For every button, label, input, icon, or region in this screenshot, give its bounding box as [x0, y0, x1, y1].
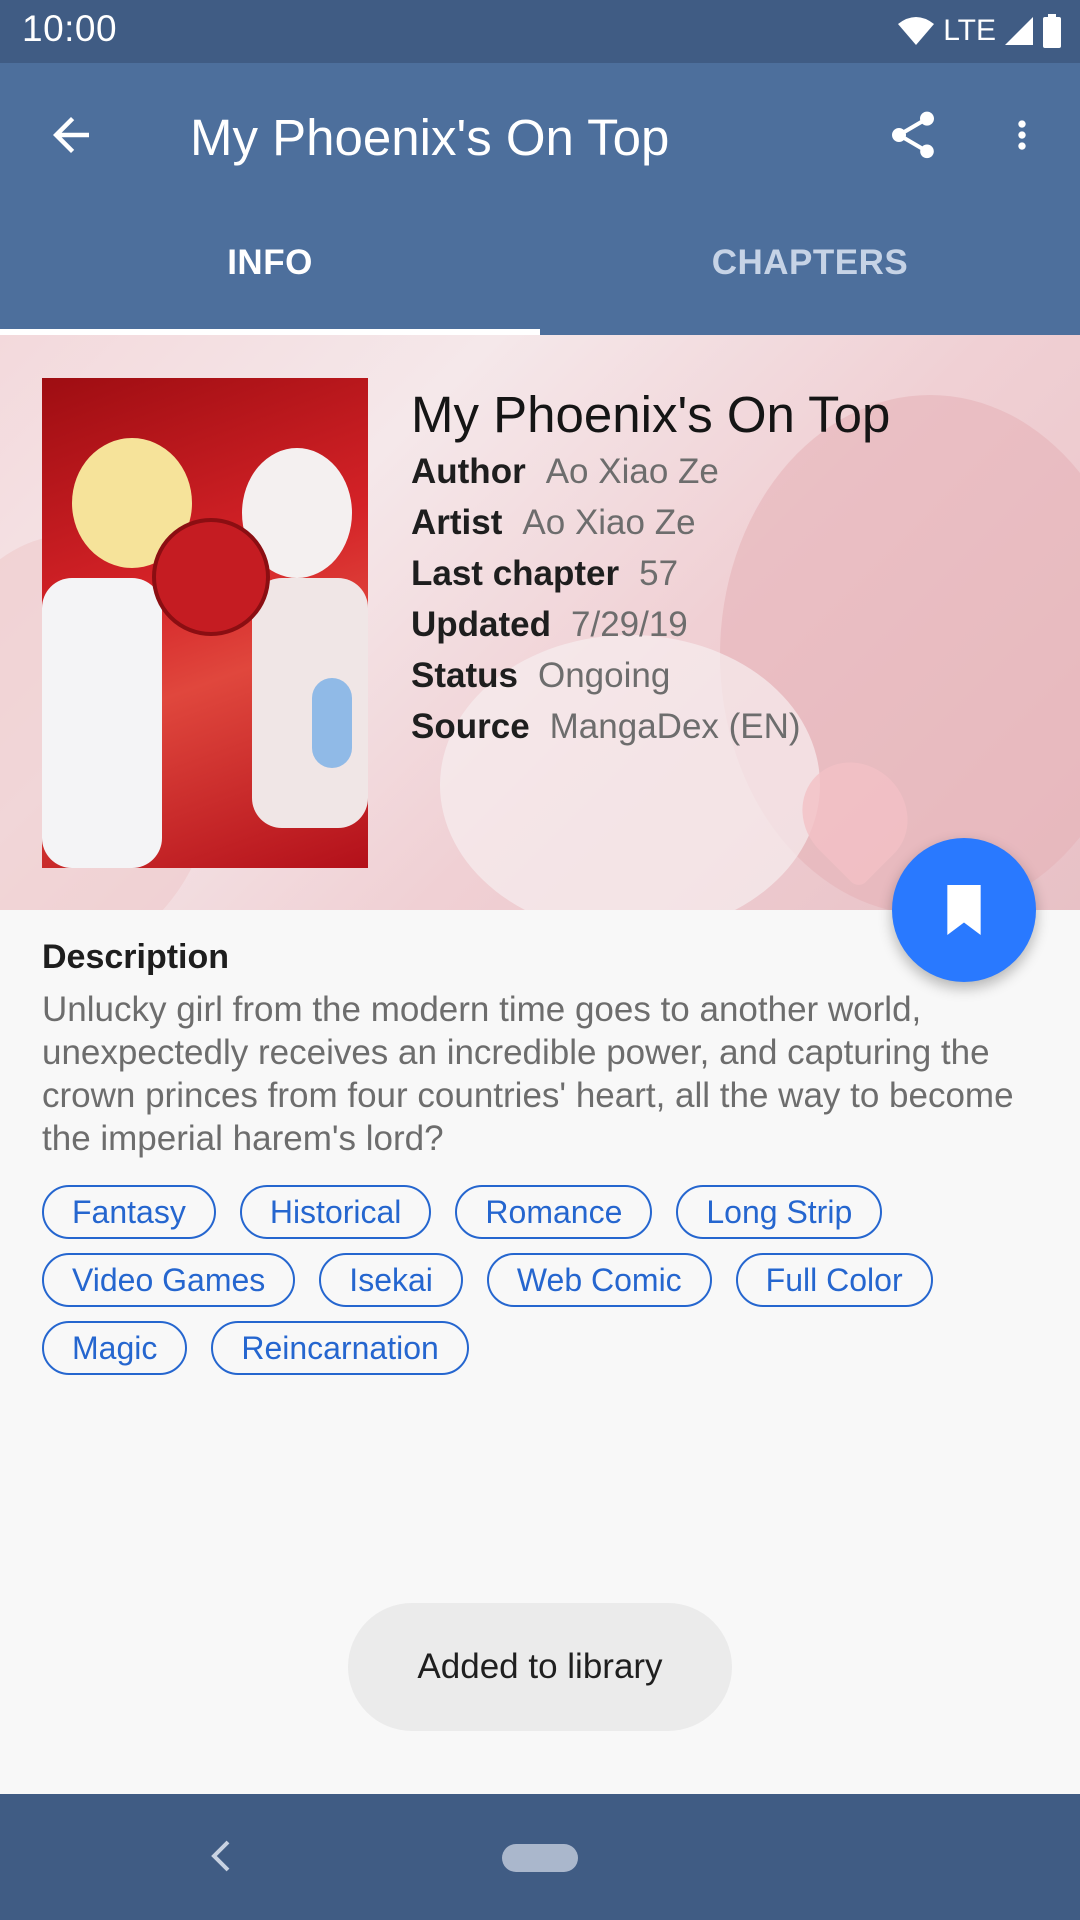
battery-icon [1043, 14, 1061, 48]
info-value: 57 [639, 554, 679, 593]
info-value: MangaDex (EN) [549, 707, 801, 746]
genre-chip[interactable]: Video Games [42, 1253, 296, 1307]
add-to-library-button[interactable] [892, 838, 1036, 982]
nav-back-icon[interactable] [206, 1836, 236, 1876]
cover-image[interactable] [42, 378, 368, 868]
network-label: LTE [943, 14, 996, 47]
page-title: My Phoenix's On Top [190, 109, 670, 166]
info-row-updated: Updated 7/29/19 [411, 599, 890, 650]
nav-home-pill[interactable] [502, 1844, 578, 1872]
toast-message: Added to library [348, 1603, 732, 1731]
info-label: Updated [411, 605, 551, 644]
genre-chip[interactable]: Magic [42, 1321, 188, 1375]
info-value: Ongoing [537, 656, 671, 695]
info-label: Status [411, 656, 518, 695]
more-vert-icon[interactable] [1000, 107, 1044, 163]
app-bar: My Phoenix's On Top INFO CHAPTERS [0, 63, 1080, 335]
bookmark-icon [947, 885, 981, 935]
info-value: Ao Xiao Ze [522, 503, 696, 542]
info-row-author: Author Ao Xiao Ze [411, 446, 890, 497]
info-row-status: Status Ongoing [411, 650, 890, 701]
status-time: 10:00 [22, 8, 118, 49]
genre-chip[interactable]: Romance [455, 1185, 653, 1239]
status-icons: LTE [897, 10, 1062, 52]
info-row-artist: Artist Ao Xiao Ze [411, 497, 890, 548]
genre-chip[interactable]: Web Comic [486, 1253, 712, 1307]
genre-chip[interactable]: Full Color [735, 1253, 933, 1307]
tab-info[interactable]: INFO [0, 171, 540, 282]
genre-chip[interactable]: Isekai [319, 1253, 463, 1307]
signal-icon [1005, 17, 1033, 45]
status-bar: 10:00 LTE [0, 0, 1080, 63]
manga-title: My Phoenix's On Top [411, 386, 891, 443]
info-label: Source [411, 707, 530, 746]
back-arrow-icon[interactable] [44, 108, 98, 162]
system-nav-bar [0, 1794, 1080, 1920]
info-label: Author [411, 452, 526, 491]
wifi-icon [898, 17, 935, 45]
genre-chips: Fantasy Historical Romance Long Strip Vi… [42, 1185, 1042, 1375]
info-label: Artist [411, 503, 503, 542]
info-row-last-chapter: Last chapter 57 [411, 548, 890, 599]
info-value: Ao Xiao Ze [545, 452, 719, 491]
info-value: 7/29/19 [571, 605, 688, 644]
genre-chip[interactable]: Fantasy [42, 1185, 216, 1239]
genre-chip[interactable]: Long Strip [676, 1185, 883, 1239]
tab-chapters[interactable]: CHAPTERS [540, 171, 1080, 282]
manga-info: My Phoenix's On Top Author Ao Xiao Ze Art… [411, 384, 890, 752]
description-heading: Description [42, 938, 230, 976]
info-label: Last chapter [411, 554, 620, 593]
description-text[interactable]: Unlucky girl from the modern time goes t… [42, 988, 1022, 1160]
genre-chip[interactable]: Historical [239, 1185, 432, 1239]
genre-chip[interactable]: Reincarnation [211, 1321, 469, 1375]
info-row-source: Source MangaDex (EN) [411, 701, 890, 752]
share-icon[interactable] [885, 107, 941, 163]
